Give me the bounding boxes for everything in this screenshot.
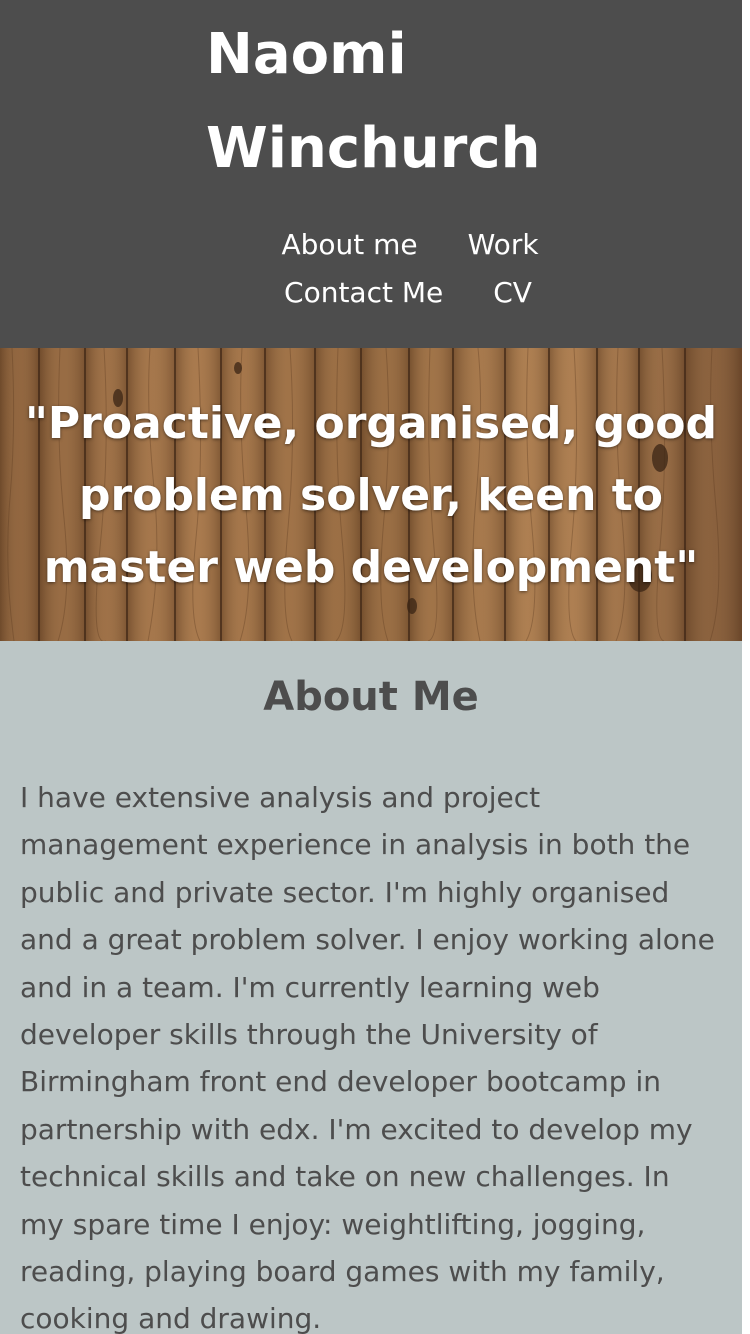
nav-link-contact-me[interactable]: Contact Me [284,269,443,317]
about-heading: About Me [263,674,479,720]
about-section: About Me I have extensive analysis and p… [0,641,742,1334]
nav-link-cv[interactable]: CV [493,269,532,317]
page-right-edge [742,0,750,1334]
portfolio-page: Naomi Winchurch About me Work Contact Me… [0,0,742,1334]
main-navigation: About me Work Contact Me CV [0,221,742,317]
name-last: Winchurch [206,116,541,181]
name-first: Naomi [206,22,407,87]
about-paragraph: I have extensive analysis and project ma… [20,781,715,1334]
site-owner-name: Naomi Winchurch [206,8,546,196]
nav-link-about-me[interactable]: About me [281,221,417,269]
nav-row-second: Contact Me CV [0,269,742,317]
nav-row-first: About me Work [0,221,742,269]
nav-link-work[interactable]: Work [468,221,539,269]
site-header: Naomi Winchurch About me Work Contact Me… [0,0,742,348]
hero-quote: "Proactive, organised, good problem solv… [24,398,718,593]
